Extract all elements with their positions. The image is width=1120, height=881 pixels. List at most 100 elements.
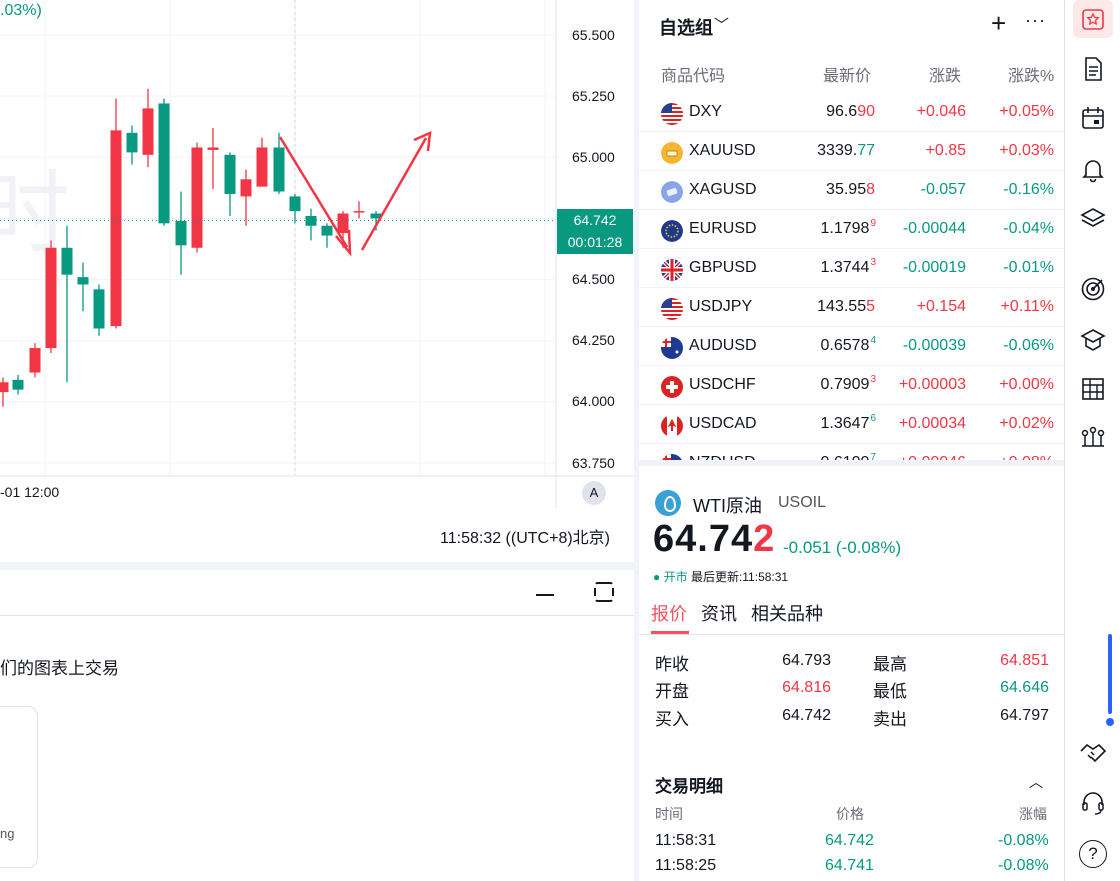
education-cap-icon[interactable] — [1079, 326, 1107, 354]
price-pip: 4 — [870, 335, 876, 346]
watchlist-row[interactable]: USDCHF 0.79093 +0.00003 +0.00% — [639, 366, 1064, 405]
trade-time: 11:58:31 — [655, 832, 717, 849]
chevron-up-icon[interactable]: ︿ — [1029, 772, 1043, 792]
stat-label-high: 最高 — [873, 655, 907, 674]
price-head: 0.6100 — [820, 454, 870, 466]
price-head: 96.6 — [826, 103, 858, 120]
candle-body — [0, 382, 9, 393]
trading-panel: 们的图表上交易 ng — [0, 562, 634, 881]
network-nodes-icon[interactable] — [1079, 424, 1107, 452]
auto-scale-button[interactable]: A — [582, 481, 606, 505]
trades-header-price: 价格 — [836, 806, 864, 822]
watchlist-row[interactable]: USDJPY 143.555 +0.154 +0.11% — [639, 288, 1064, 327]
layers-icon[interactable] — [1079, 205, 1107, 233]
watchlist-change-percent: -0.16% — [1003, 181, 1054, 198]
column-header-change[interactable]: 涨跌 — [929, 62, 961, 86]
price-head: 1.1798 — [820, 220, 870, 237]
watchlist-change-percent: +0.05% — [999, 103, 1054, 120]
watchlist-change-percent: +0.08% — [999, 454, 1054, 466]
price-main: 64.74 — [653, 518, 754, 560]
ch-flag-icon — [661, 376, 683, 398]
stat-value-low: 64.646 — [1000, 679, 1049, 696]
market-open-badge: ● 开市 — [653, 570, 688, 584]
price-head: 0.6578 — [820, 337, 870, 354]
last-price-value: 64.742 — [573, 212, 617, 228]
down-arrow-drawing[interactable] — [278, 136, 349, 248]
watchlist-change: +0.00046 — [898, 454, 966, 466]
column-header-symbol[interactable]: 商品代码 — [661, 62, 725, 86]
candle-body — [12, 379, 24, 390]
watchlist-row[interactable]: AUDUSD 0.65784 -0.00039 -0.06% — [639, 327, 1064, 366]
bar-countdown: 00:01:28 — [567, 234, 623, 250]
price-pip: 6 — [870, 413, 876, 424]
watchlist-symbol: XAGUSD — [689, 181, 757, 198]
timezone-clock[interactable]: 11:58:32 ((UTC+8)北京) — [440, 524, 610, 548]
headset-support-icon[interactable] — [1079, 788, 1107, 816]
watchlist-title[interactable]: 自选组 — [659, 14, 713, 40]
chart-pane[interactable]: 时 .03%) 65.500 65.250 65.000 64.500 64.2… — [0, 0, 634, 558]
tab-quote[interactable]: 报价 — [651, 600, 687, 626]
more-options-icon[interactable]: ··· — [1025, 10, 1046, 31]
stat-label-open: 开盘 — [655, 682, 689, 701]
price-pip: 3 — [870, 257, 876, 268]
stat-value-ask: 64.797 — [1000, 707, 1049, 724]
us-flag-icon — [661, 298, 683, 320]
watchlist-star-icon[interactable] — [1079, 5, 1107, 33]
calendar-icon[interactable] — [1079, 104, 1107, 132]
watchlist-panel: 自选组 ﹀ + ··· 商品代码 最新价 涨跌 涨跌% DXY 96.690 +0.… — [639, 0, 1064, 466]
broker-card[interactable] — [0, 706, 38, 868]
trading-panel-header — [0, 570, 634, 616]
candle-body — [93, 289, 105, 329]
stat-label-ask: 卖出 — [873, 710, 907, 729]
candlestick-chart[interactable] — [0, 0, 634, 508]
watchlist-change: -0.00019 — [902, 259, 966, 276]
watchlist-row[interactable]: XAGUSD 35.958 -0.057 -0.16% — [639, 171, 1064, 210]
watchlist-row[interactable]: NZDUSD 0.61007 +0.00046 +0.08% — [639, 444, 1064, 466]
tab-news[interactable]: 资讯 — [701, 600, 737, 626]
handshake-icon[interactable] — [1079, 738, 1107, 766]
watchlist-last-price: 143.555 — [817, 298, 876, 316]
watchlist-row[interactable]: DXY 96.690 +0.046 +0.05% — [639, 93, 1064, 132]
watchlist-row[interactable]: XAUUSD 3339.77 +0.85 +0.03% — [639, 132, 1064, 171]
symbol-change: -0.051 (-0.08%) — [783, 538, 902, 557]
candle-body — [224, 154, 236, 194]
watchlist-last-price: 3339.77 — [817, 142, 876, 160]
watchlist-row[interactable]: GBPUSD 1.37443 -0.00019 -0.01% — [639, 249, 1064, 288]
watchlist-row[interactable]: USDCAD 1.36476 +0.00034 +0.02% — [639, 405, 1064, 444]
watchlist-change: +0.00034 — [898, 415, 966, 432]
legend-change-percent: .03%) — [0, 2, 42, 19]
document-icon[interactable] — [1079, 55, 1107, 83]
candle-body — [61, 247, 73, 275]
watchlist-row[interactable]: EURUSD 1.17989 -0.00044 -0.04% — [639, 210, 1064, 249]
maximize-icon[interactable] — [594, 582, 614, 602]
price-tail: 8 — [866, 181, 875, 198]
price-axis-label: 63.750 — [572, 455, 615, 471]
watchlist-symbol: DXY — [689, 103, 722, 120]
up-arrow-drawing[interactable] — [360, 137, 428, 251]
up-arrowhead[interactable] — [413, 130, 432, 152]
help-icon[interactable]: ? — [1079, 840, 1107, 868]
price-tail: 77 — [857, 142, 875, 159]
price-head: 0.7909 — [820, 376, 870, 393]
add-symbol-button[interactable]: + — [991, 8, 1006, 39]
watchlist-change-percent: +0.02% — [999, 415, 1054, 432]
chevron-down-icon[interactable]: ﹀ — [714, 14, 729, 35]
trade-change: -0.08% — [998, 832, 1049, 849]
watchlist-change: +0.154 — [916, 298, 966, 315]
watchlist-symbol: AUDUSD — [689, 337, 757, 354]
tab-related[interactable]: 相关品种 — [751, 600, 823, 626]
target-icon[interactable] — [1079, 275, 1107, 303]
table-icon[interactable] — [1079, 375, 1107, 403]
column-header-last[interactable]: 最新价 — [823, 62, 871, 86]
candle-body — [142, 108, 154, 155]
price-tail: 90 — [857, 103, 875, 120]
column-header-percent[interactable]: 涨跌% — [1008, 62, 1054, 86]
minimize-icon[interactable] — [536, 594, 554, 596]
gold-flag-icon — [661, 142, 683, 164]
price-pip: 9 — [870, 218, 876, 229]
watchlist-last-price: 1.36476 — [821, 413, 877, 433]
price-axis-label: 64.000 — [572, 393, 615, 409]
price-head: 3339. — [817, 142, 858, 159]
bell-icon[interactable] — [1079, 155, 1107, 183]
watchlist-change: -0.057 — [920, 181, 966, 198]
